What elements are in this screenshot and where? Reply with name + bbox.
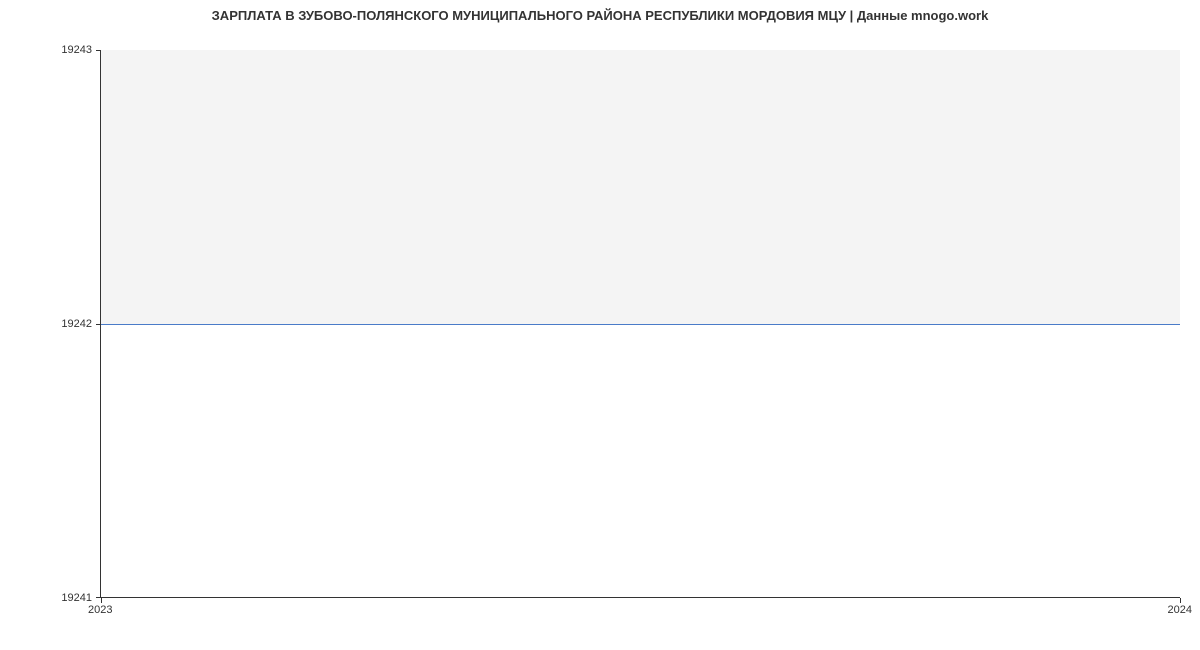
x-tick-mark <box>101 598 102 603</box>
y-tick-label: 19241 <box>61 592 92 604</box>
area-fill <box>101 50 1180 324</box>
chart-container: 19243 19242 19241 2023 2024 <box>100 50 1180 598</box>
x-tick-label: 2023 <box>88 604 112 616</box>
plot-area <box>100 50 1180 598</box>
x-tick-mark <box>1180 598 1181 603</box>
y-tick-mark <box>96 324 101 325</box>
y-tick-label: 19243 <box>61 44 92 56</box>
data-line <box>101 324 1180 325</box>
x-tick-label: 2024 <box>1168 604 1192 616</box>
y-tick-label: 19242 <box>61 318 92 330</box>
chart-title: ЗАРПЛАТА В ЗУБОВО-ПОЛЯНСКОГО МУНИЦИПАЛЬН… <box>0 0 1200 27</box>
y-tick-mark <box>96 50 101 51</box>
